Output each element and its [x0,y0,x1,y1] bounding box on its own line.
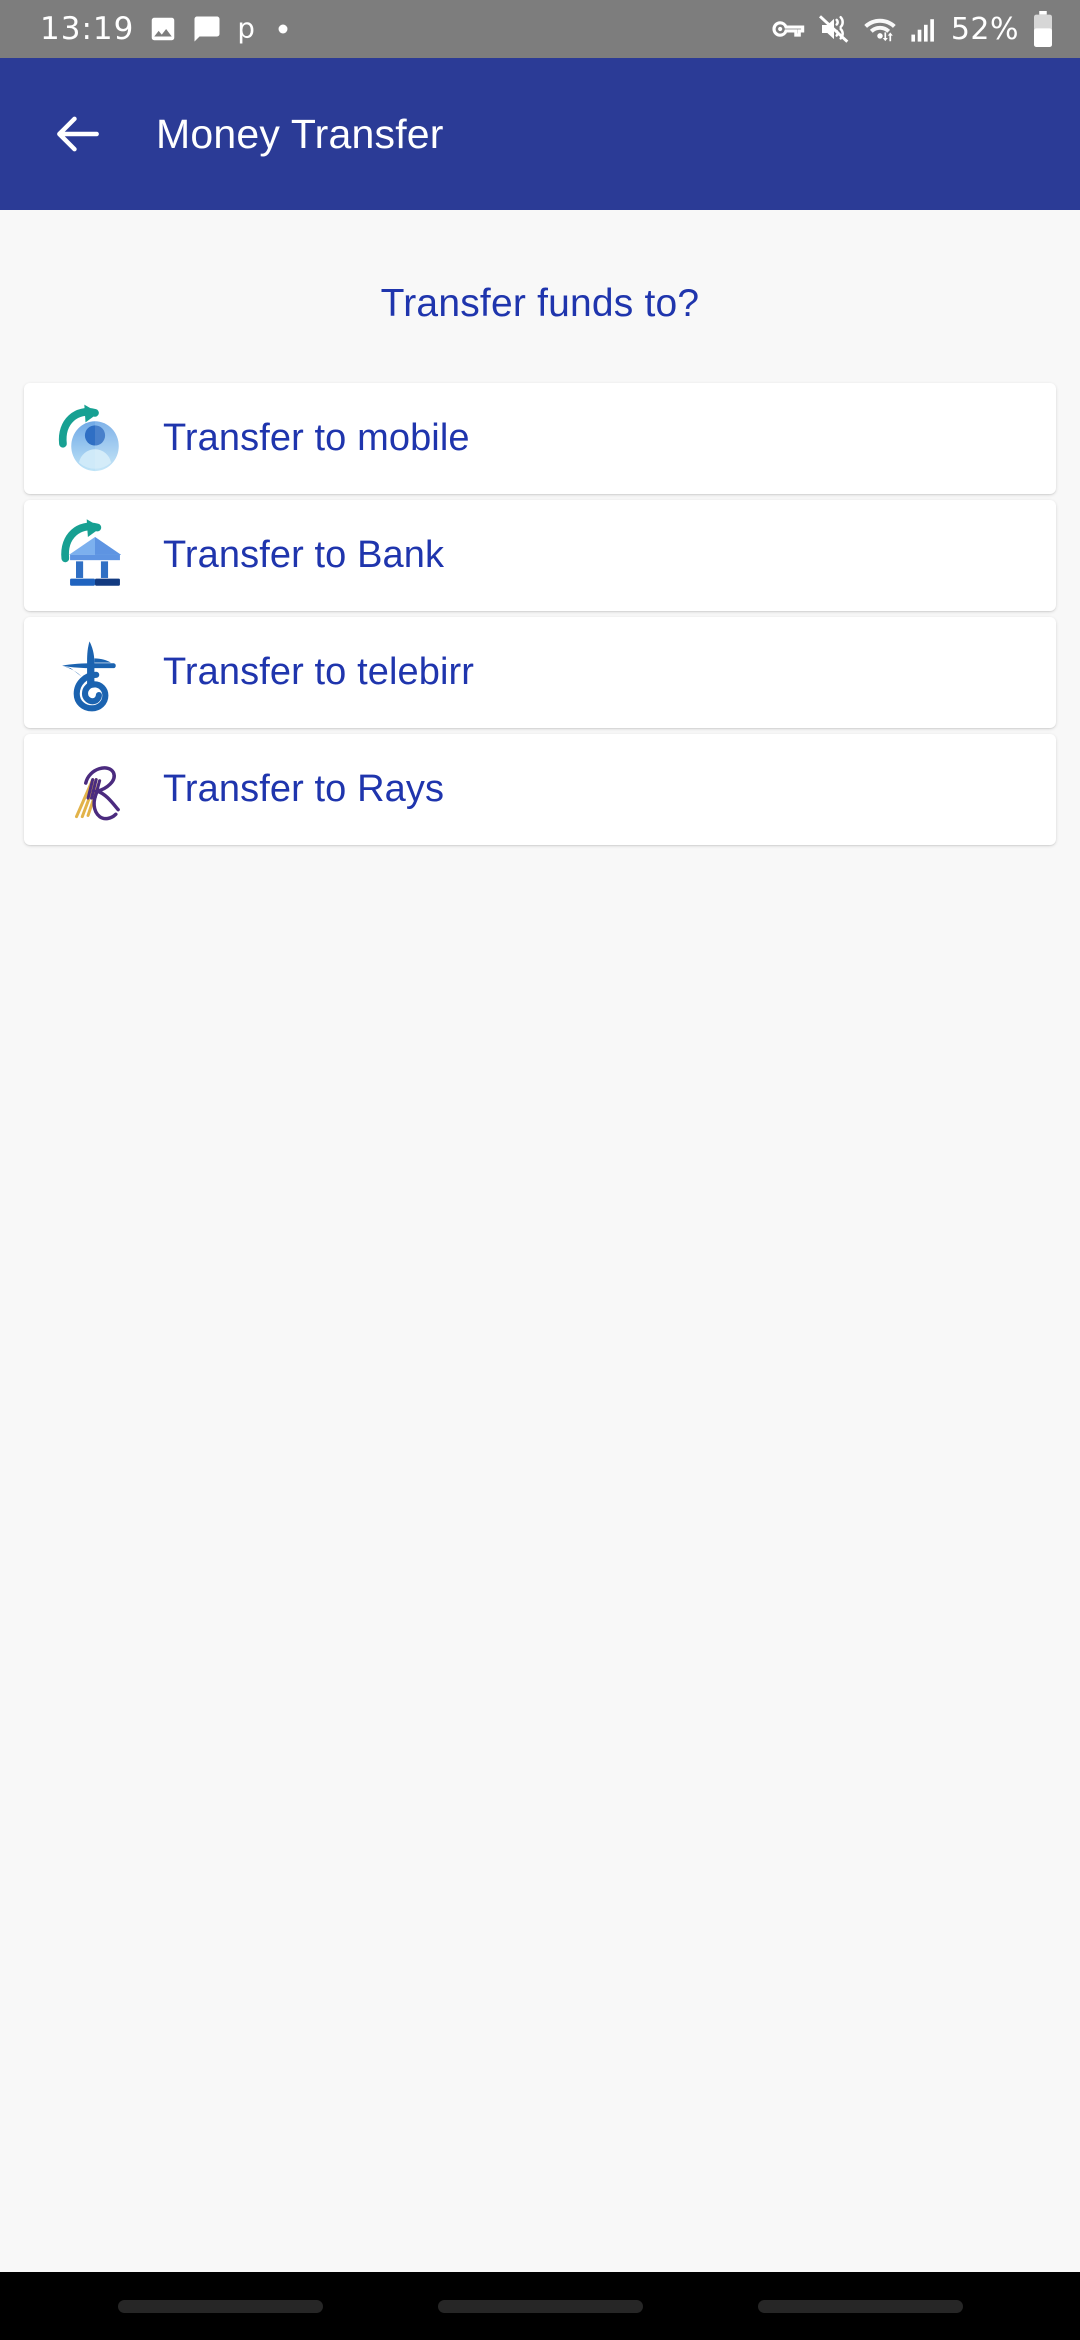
transfer-to-bank-option[interactable]: Transfer to Bank [24,500,1056,611]
transfer-to-mobile-icon [56,400,134,478]
telebirr-logo-icon [56,634,134,712]
transfer-to-rays-option[interactable]: Transfer to Rays [24,734,1056,845]
nav-back-pill[interactable] [757,2299,963,2313]
dot-icon [278,24,288,34]
status-clock: 13:19 [40,11,135,47]
cellular-signal-icon [911,19,934,42]
page-title: Money Transfer [156,110,444,157]
battery-percent-label: 52% [950,11,1019,47]
vibrate-mute-icon [818,15,849,43]
nav-home-pill[interactable] [437,2299,643,2313]
wifi-icon [864,18,896,42]
transfer-to-rays-label: Transfer to Rays [163,768,445,810]
message-icon [194,16,220,42]
main-content: Transfer funds to? Transfer to mobile Tr… [0,210,1080,2272]
transfer-to-telebirr-label: Transfer to telebirr [163,651,475,693]
status-bar-left: 13:19 p [40,11,290,47]
transfer-to-mobile-option[interactable]: Transfer to mobile [24,383,1056,494]
transfer-options-list: Transfer to mobile Transfer to Bank Tran… [0,383,1080,845]
section-heading: Transfer funds to? [380,282,700,325]
transfer-to-bank-icon [56,517,134,595]
status-bar: 13:19 p 52% [0,0,1080,58]
svg-text:p: p [238,13,256,45]
status-bar-right: 52% [771,11,1054,47]
transfer-to-telebirr-option[interactable]: Transfer to telebirr [24,617,1056,728]
system-navigation-bar [0,2272,1080,2340]
nav-recents-pill[interactable] [117,2299,323,2313]
transfer-to-bank-label: Transfer to Bank [163,534,445,576]
app-bar: Money Transfer [0,58,1080,210]
letter-p-icon: p [238,13,256,45]
phone-screen: 13:19 p 52% Money Transfer Transfer fund… [0,0,1080,2340]
transfer-to-mobile-label: Transfer to mobile [163,417,470,459]
rays-logo-icon [56,751,134,829]
photo-icon [152,17,175,41]
vpn-key-icon [772,21,805,37]
battery-icon [1034,11,1052,47]
back-button[interactable] [46,102,110,166]
back-arrow-icon [57,116,99,152]
